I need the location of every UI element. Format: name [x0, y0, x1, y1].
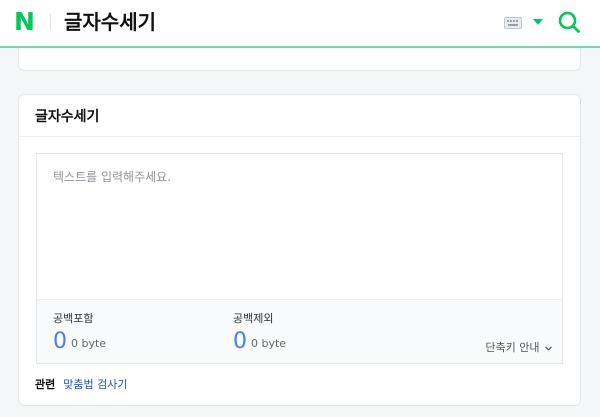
- card-divider: [19, 136, 580, 137]
- stat-with-spaces: 공백포함 0 0 byte: [53, 312, 106, 354]
- count-stats: 공백포함 0 0 byte 공백제외 0 0 byte 단축키 안내: [37, 299, 562, 363]
- keyboard-icon[interactable]: [504, 17, 522, 29]
- related-links: 관련 맞춤법 검사기: [35, 377, 127, 393]
- shortcut-guide-label: 단축키 안내: [485, 341, 540, 354]
- page-title: 글자수세기: [64, 10, 156, 34]
- chevron-down-icon: [545, 345, 552, 351]
- app-header: N 글자수세기: [0, 0, 600, 48]
- card-title: 글자수세기: [35, 109, 100, 125]
- search-icon[interactable]: [558, 11, 580, 33]
- shortcut-guide-button[interactable]: 단축키 안내: [485, 341, 552, 355]
- naver-logo[interactable]: N: [14, 9, 38, 35]
- previous-card-bottom: [18, 48, 581, 71]
- byte-count-without-spaces: 0 byte: [251, 337, 287, 350]
- stat-without-spaces: 공백제외 0 0 byte: [233, 312, 286, 354]
- char-count-without-spaces: 0: [233, 329, 247, 354]
- character-counter-card: 글자수세기 공백포함 0 0 byte 공백제외 0 0 byte 단축키 안내: [18, 94, 581, 406]
- text-editor: 공백포함 0 0 byte 공백제외 0 0 byte 단축키 안내: [36, 153, 563, 364]
- stat-label: 공백제외: [233, 312, 274, 325]
- text-input[interactable]: [37, 154, 562, 299]
- byte-count-with-spaces: 0 byte: [71, 337, 107, 350]
- spell-checker-link[interactable]: 맞춤법 검사기: [63, 378, 127, 391]
- related-label: 관련: [35, 378, 56, 391]
- dropdown-arrow-icon[interactable]: [533, 19, 543, 25]
- stat-label: 공백포함: [53, 312, 94, 325]
- header-divider: [50, 14, 51, 30]
- char-count-with-spaces: 0: [53, 329, 67, 354]
